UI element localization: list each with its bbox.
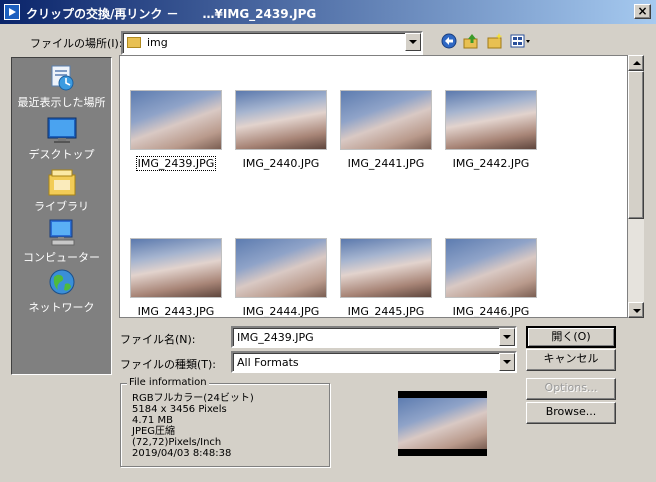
location-label: ファイルの場所(I):	[30, 37, 123, 50]
place-desktop[interactable]: デスクトップ	[12, 115, 111, 162]
filetype-label: ファイルの種類(T):	[120, 358, 217, 371]
file-name[interactable]: IMG_2442.JPG	[441, 157, 541, 170]
location-combo[interactable]: img	[121, 31, 423, 55]
file-info-group: File information RGBフルカラー(24ビット) 5184 x …	[120, 377, 330, 467]
file-list[interactable]: IMG_2439.JPG IMG_2440.JPG IMG_2441.JPG I…	[119, 55, 628, 318]
file-thumbnail[interactable]	[445, 90, 537, 150]
place-label: 最近表示した場所	[17, 96, 106, 109]
folder-icon	[127, 37, 141, 48]
place-label: ライブラリ	[34, 200, 89, 213]
scroll-thumb[interactable]	[628, 71, 644, 219]
up-folder-icon[interactable]	[462, 32, 480, 50]
open-button[interactable]: 開く(O)	[526, 326, 616, 348]
libraries-icon	[46, 167, 78, 197]
recent-places-icon	[46, 63, 78, 93]
filename-label: ファイル名(N):	[120, 333, 196, 346]
window-title: クリップの交換/再リンク － …¥IMG_2439.JPG	[26, 7, 317, 21]
scroll-up-button[interactable]	[628, 55, 644, 71]
network-icon	[46, 268, 78, 298]
view-menu-icon[interactable]	[510, 32, 532, 50]
place-computer[interactable]: コンピューター	[12, 218, 111, 265]
back-icon[interactable]	[440, 32, 458, 50]
location-dropdown-button[interactable]	[405, 33, 421, 51]
location-value: img	[147, 36, 168, 49]
new-folder-icon[interactable]	[486, 32, 504, 50]
file-thumbnail[interactable]	[235, 238, 327, 298]
place-network[interactable]: ネットワーク	[12, 268, 111, 315]
file-name[interactable]: IMG_2444.JPG	[231, 305, 331, 317]
preview-thumbnail	[398, 398, 487, 449]
scroll-down-button[interactable]	[628, 302, 644, 318]
file-name[interactable]: IMG_2445.JPG	[336, 305, 436, 317]
computer-icon	[46, 218, 78, 248]
file-name[interactable]: IMG_2441.JPG	[336, 157, 436, 170]
file-info-date: 2019/04/03 8:48:38	[132, 448, 232, 459]
file-name[interactable]: IMG_2439.JPG	[126, 156, 226, 171]
preview-image	[398, 391, 487, 456]
places-bar: 最近表示した場所 デスクトップ ライブラリ コンピューター ネットワーク	[11, 57, 112, 375]
place-label: デスクトップ	[28, 148, 95, 161]
place-libraries[interactable]: ライブラリ	[12, 167, 111, 214]
file-thumbnail[interactable]	[340, 238, 432, 298]
filetype-value: All Formats	[237, 356, 299, 369]
file-info-size: 4.71 MB	[132, 415, 173, 426]
file-name[interactable]: IMG_2440.JPG	[231, 157, 331, 170]
file-thumbnail[interactable]	[130, 90, 222, 150]
desktop-icon	[46, 115, 78, 145]
options-button: Options...	[526, 378, 616, 400]
filename-value: IMG_2439.JPG	[237, 331, 314, 344]
place-label: コンピューター	[23, 251, 100, 264]
file-list-scrollbar[interactable]	[628, 55, 644, 318]
filename-combo[interactable]: IMG_2439.JPG	[231, 326, 517, 348]
title-bar: クリップの交換/再リンク － …¥IMG_2439.JPG ×	[0, 0, 656, 24]
file-thumbnail[interactable]	[445, 238, 537, 298]
file-info-compression: JPEG圧縮	[132, 426, 176, 437]
filetype-combo[interactable]: All Formats	[231, 351, 517, 373]
browse-button[interactable]: Browse...	[526, 402, 616, 424]
place-label: ネットワーク	[28, 301, 95, 314]
file-info-legend: File information	[127, 377, 209, 388]
place-recent[interactable]: 最近表示した場所	[12, 63, 111, 110]
file-info-resolution: (72,72)Pixels/Inch	[132, 437, 222, 448]
file-info-dimensions: 5184 x 3456 Pixels	[132, 404, 227, 415]
file-info-color: RGBフルカラー(24ビット)	[132, 393, 254, 404]
file-name[interactable]: IMG_2446.JPG	[441, 305, 541, 317]
cancel-button[interactable]: キャンセル	[526, 349, 616, 371]
filetype-dropdown-button[interactable]	[499, 353, 515, 371]
file-name[interactable]: IMG_2443.JPG	[126, 305, 226, 317]
filename-dropdown-button[interactable]	[499, 328, 515, 346]
close-button[interactable]: ×	[634, 4, 651, 19]
file-thumbnail[interactable]	[340, 90, 432, 150]
file-thumbnail[interactable]	[235, 90, 327, 150]
file-thumbnail[interactable]	[130, 238, 222, 298]
app-icon	[4, 4, 20, 20]
